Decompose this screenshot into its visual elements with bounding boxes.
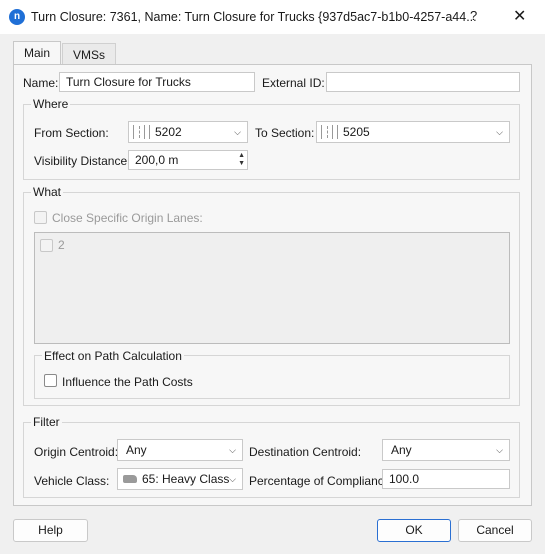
app-icon: n — [9, 9, 25, 25]
tab-main[interactable]: Main — [13, 41, 62, 65]
tab-vmss[interactable]: VMSs — [62, 43, 117, 65]
destination-centroid-value: Any — [391, 443, 412, 457]
origin-centroid-label: Origin Centroid: — [34, 445, 119, 459]
name-field[interactable]: Turn Closure for Trucks — [59, 72, 255, 92]
to-section-label: To Section: — [255, 126, 315, 140]
external-id-label: External ID: — [262, 76, 325, 90]
name-label: Name: — [23, 76, 59, 90]
lane-label: 2 — [58, 238, 65, 252]
what-group-title: What — [31, 185, 64, 199]
from-section-label: From Section: — [34, 126, 109, 140]
to-section-value: 5205 — [343, 125, 370, 139]
to-section-combo[interactable]: 5205 ⌵ — [316, 121, 510, 143]
compliance-label: Percentage of Compliance: — [249, 474, 394, 488]
window-title: Turn Closure: 7361, Name: Turn Closure f… — [31, 10, 477, 24]
lane-checkbox[interactable] — [40, 239, 53, 252]
visibility-distance-value: 200,0 m — [135, 153, 179, 167]
help-button[interactable]: Help — [13, 519, 88, 542]
effect-group-title: Effect on Path Calculation — [42, 349, 184, 363]
cancel-button[interactable]: Cancel — [458, 519, 532, 542]
help-icon[interactable]: ? — [470, 8, 477, 23]
ok-button[interactable]: OK — [377, 519, 451, 542]
chevron-down-icon: ⌵ — [229, 474, 236, 484]
destination-centroid-label: Destination Centroid: — [249, 445, 362, 459]
from-section-value: 5202 — [155, 125, 182, 139]
external-id-field[interactable] — [326, 72, 520, 92]
visibility-distance-label: Visibility Distance: — [34, 154, 131, 168]
from-section-combo[interactable]: 5202 ⌵ — [128, 121, 248, 143]
filter-group-title: Filter — [31, 415, 62, 429]
where-group-title: Where — [31, 97, 71, 111]
compliance-field[interactable]: 100.0 — [382, 469, 510, 489]
vehicle-class-value: 65: Heavy Class — [142, 472, 230, 486]
destination-centroid-combo[interactable]: Any ⌵ — [382, 439, 510, 461]
origin-centroid-combo[interactable]: Any ⌵ — [117, 439, 243, 461]
spin-arrows-icon[interactable]: ▲ ▼ — [238, 152, 245, 168]
section-icon — [133, 125, 145, 139]
vehicle-class-combo[interactable]: 65: Heavy Class ⌵ — [117, 468, 243, 490]
visibility-distance-spinbox[interactable]: 200,0 m ▲ ▼ — [128, 150, 248, 170]
close-icon[interactable]: ✕ — [513, 6, 526, 26]
chevron-down-icon: ⌵ — [234, 127, 241, 137]
close-lanes-label: Close Specific Origin Lanes: — [52, 211, 203, 225]
section-icon — [321, 125, 333, 139]
close-lanes-checkbox[interactable] — [34, 211, 47, 224]
influence-path-costs-checkbox[interactable] — [44, 374, 57, 387]
lanes-list: 2 — [34, 232, 510, 344]
title-bar: n Turn Closure: 7361, Name: Turn Closure… — [0, 0, 545, 34]
chevron-down-icon: ⌵ — [496, 127, 503, 137]
influence-path-costs-label: Influence the Path Costs — [62, 375, 193, 389]
chevron-down-icon: ⌵ — [496, 445, 503, 455]
chevron-down-icon: ⌵ — [229, 445, 236, 455]
origin-centroid-value: Any — [126, 443, 147, 457]
vehicle-class-label: Vehicle Class: — [34, 474, 110, 488]
truck-icon — [123, 475, 137, 483]
divider — [337, 125, 338, 139]
divider — [149, 125, 150, 139]
